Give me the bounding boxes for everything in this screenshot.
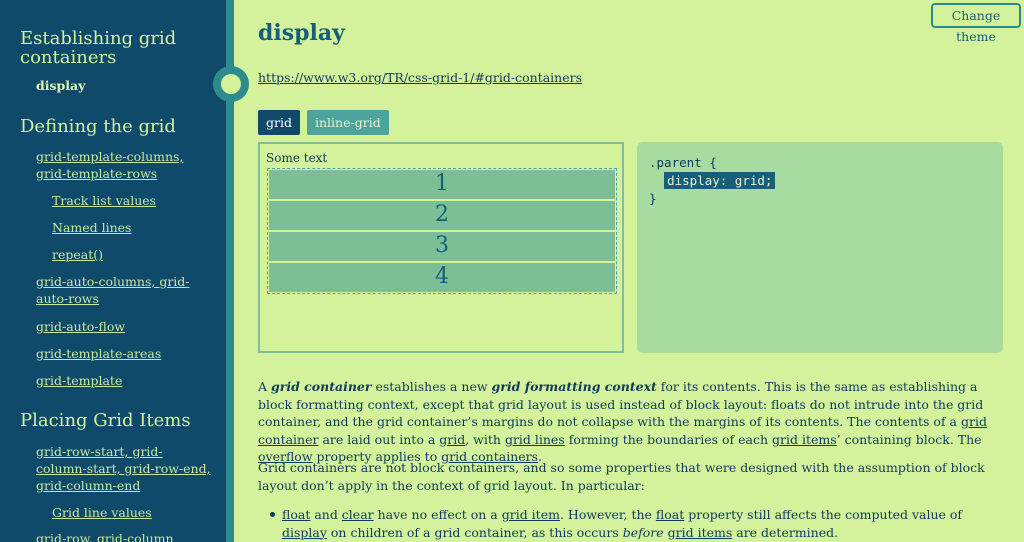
tab-inline-grid[interactable]: inline-grid: [307, 110, 389, 135]
sidebar-item-grid-auto-flow[interactable]: grid-auto-flow: [36, 318, 211, 335]
code-panel: .parent { display: grid; }: [637, 142, 1003, 353]
sidebar: Establishing grid containers display Def…: [0, 0, 226, 542]
grid-container: 1 2 3 4: [267, 168, 617, 294]
spec-link[interactable]: https://www.w3.org/TR/css-grid-1/#grid-c…: [258, 70, 582, 85]
paragraph: Grid containers are not block containers…: [258, 460, 985, 493]
tab-grid[interactable]: grid: [258, 110, 300, 135]
code-block: .parent { display: grid; }: [649, 154, 776, 208]
grid-item: 4: [268, 262, 616, 293]
demo-preview: Some text 1 2 3 4: [258, 142, 624, 353]
grid-item: 2: [268, 200, 616, 231]
link-grid-lines[interactable]: grid lines: [505, 432, 565, 447]
term: grid formatting context: [491, 379, 657, 394]
sidebar-item-track-list-values[interactable]: Track list values: [52, 192, 226, 209]
code-line: }: [649, 191, 657, 206]
page-title: display: [258, 20, 345, 46]
list-item: float and clear have no effect on a grid…: [282, 507, 963, 540]
link-grid-item[interactable]: grid item: [502, 507, 560, 522]
sidebar-item-grid-auto-columns[interactable]: grid-auto-columns, grid-auto-rows: [36, 273, 211, 307]
sidebar-item-display[interactable]: display: [36, 77, 211, 94]
sidebar-item-grid-template-columns[interactable]: grid-template-columns, grid-template-row…: [36, 148, 211, 182]
link-grid-items[interactable]: grid items: [772, 432, 837, 447]
sidebar-item-grid-row-start[interactable]: grid-row-start, grid-column-start, grid-…: [36, 443, 211, 494]
sidebar-section-title: Placing Grid Items: [20, 410, 191, 431]
sidebar-section-title: Establishing grid containers: [20, 28, 177, 68]
term: grid container: [271, 379, 372, 394]
demo-text: Some text: [266, 151, 328, 165]
link-float[interactable]: float: [282, 507, 310, 522]
link-grid[interactable]: grid: [439, 432, 465, 447]
code-highlight: display: grid;: [664, 172, 776, 189]
link-clear[interactable]: clear: [342, 507, 374, 522]
sidebar-item-grid-template-areas[interactable]: grid-template-areas: [36, 345, 211, 362]
code-line: .parent {: [649, 155, 717, 170]
sidebar-item-grid-row[interactable]: grid-row, grid-column: [36, 530, 211, 542]
link-grid-items[interactable]: grid items: [668, 525, 733, 540]
grid-item: 1: [268, 169, 616, 200]
link-float[interactable]: float: [656, 507, 684, 522]
sidebar-item-grid-template[interactable]: grid-template: [36, 372, 211, 389]
sidebar-item-grid-line-values[interactable]: Grid line values: [52, 504, 226, 521]
bullet-icon: [270, 512, 275, 517]
sidebar-item-named-lines[interactable]: Named lines: [52, 219, 226, 236]
grid-item: 3: [268, 231, 616, 262]
sidebar-section-title: Defining the grid: [20, 116, 176, 137]
sidebar-item-repeat[interactable]: repeat(): [52, 246, 226, 263]
link-display[interactable]: display: [282, 525, 327, 540]
sidebar-toggle-knob: [221, 74, 241, 94]
change-theme-button[interactable]: Change theme: [931, 3, 1021, 44]
paragraph: A grid container establishes a new grid …: [258, 379, 987, 464]
